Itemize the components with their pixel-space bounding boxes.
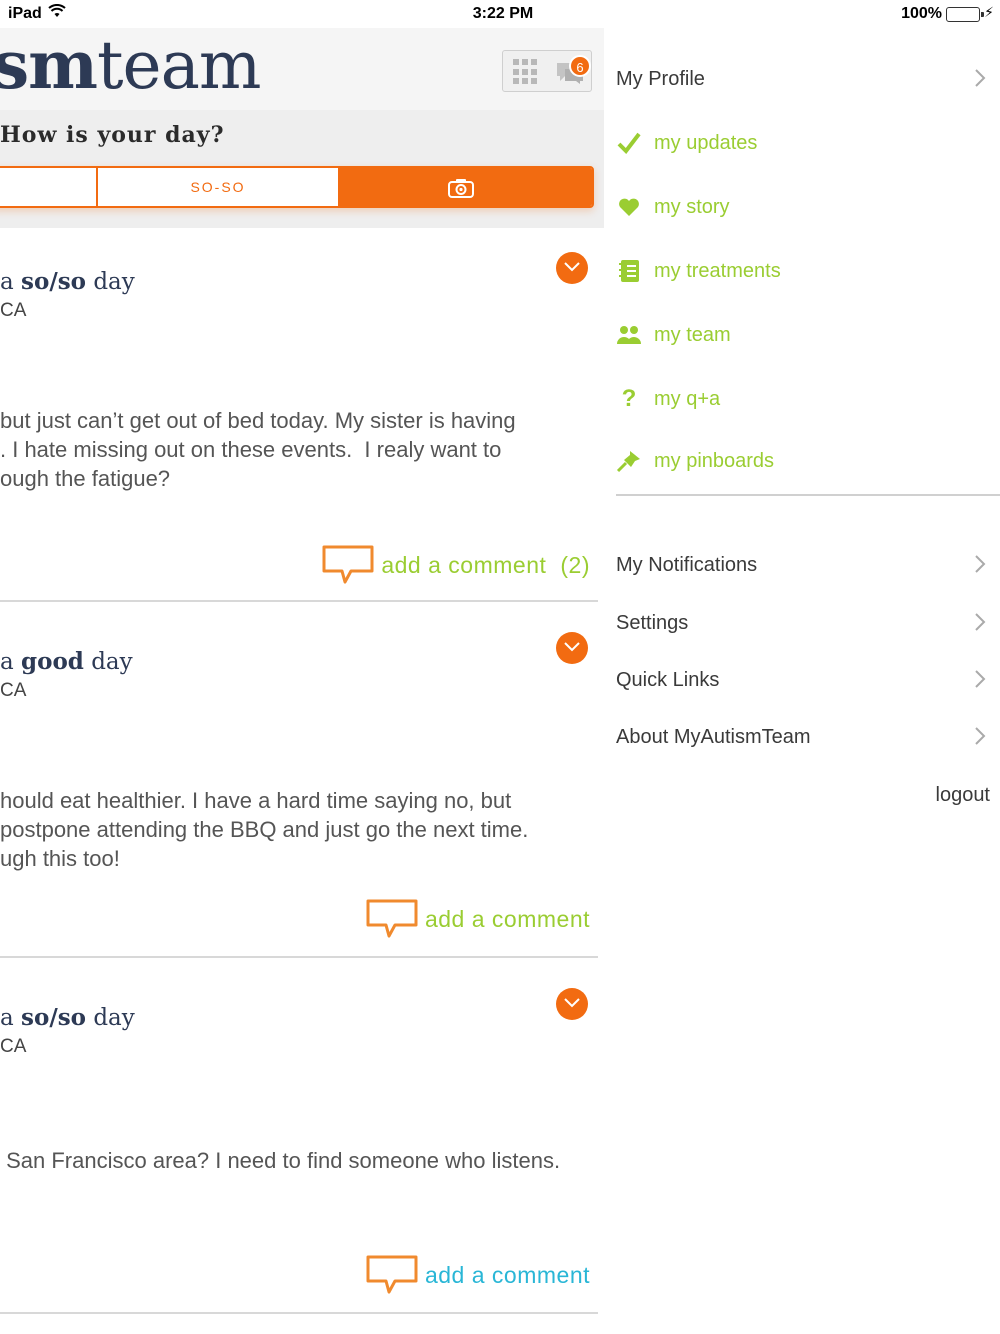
post-options-button[interactable] <box>556 988 588 1020</box>
battery-icon <box>946 7 984 22</box>
menu-label: my pinboards <box>654 449 775 472</box>
mood-option-so-so[interactable]: SO-SO <box>98 168 340 206</box>
post-options-button[interactable] <box>556 252 588 284</box>
add-comment-button[interactable]: add a comment <box>365 898 590 940</box>
menu-my-qa[interactable]: ? my q+a <box>616 385 721 412</box>
header-icon-group: 6 <box>502 50 592 92</box>
post-body: hould eat healthier. I have a hard time … <box>0 788 529 871</box>
comment-bubble-icon <box>366 899 418 938</box>
add-comment-label: add a comment <box>424 905 590 932</box>
post-title: a good day <box>0 648 133 675</box>
apps-grid-icon[interactable] <box>513 59 539 85</box>
menu-about[interactable]: About MyAutismTeam <box>616 726 1000 749</box>
menu-label: my story <box>654 195 730 218</box>
chevron-right-icon <box>974 68 986 94</box>
menu-label: Settings <box>616 612 689 634</box>
add-comment-label: add a comment <box>381 551 547 578</box>
menu-label: my updates <box>654 131 758 154</box>
battery-percent: 100% <box>901 5 942 22</box>
question-icon: ? <box>621 385 637 412</box>
post-body: San Francisco area? I need to find someo… <box>0 1148 561 1173</box>
notebook-icon <box>616 258 642 284</box>
clock: 3:22 PM <box>472 5 534 22</box>
day-prompt: How is your day? SO-SO <box>0 110 604 228</box>
side-menu: My Profile my updates my story my treatm… <box>604 28 1000 1334</box>
comment-bubble-icon <box>322 545 374 584</box>
chevron-right-icon <box>974 554 986 580</box>
post-location: CA <box>0 300 27 321</box>
menu-label: my team <box>654 323 731 346</box>
menu-label: my treatments <box>654 259 781 282</box>
people-icon <box>616 322 642 348</box>
day-question: How is your day? <box>0 122 225 148</box>
menu-label: Quick Links <box>616 669 720 691</box>
comment-count: (2) <box>560 551 590 578</box>
menu-my-notifications[interactable]: My Notifications <box>616 554 1000 577</box>
menu-my-team[interactable]: my team <box>616 322 731 348</box>
post-options-button[interactable] <box>556 632 588 664</box>
camera-icon <box>448 178 474 203</box>
post-location: CA <box>0 680 27 701</box>
chevron-right-icon <box>974 669 986 695</box>
comment-bubble-icon <box>366 1255 418 1294</box>
mood-selector: SO-SO <box>0 166 594 208</box>
menu-my-story[interactable]: my story <box>616 194 730 220</box>
add-comment-label: add a comment <box>424 1261 590 1288</box>
chevron-right-icon <box>974 726 986 752</box>
menu-divider <box>616 494 1000 496</box>
pin-icon <box>616 448 642 474</box>
add-comment-button[interactable]: add a comment <box>365 1254 590 1296</box>
app-header: smteam 6 <box>0 28 604 110</box>
logout-link[interactable]: logout <box>936 784 991 807</box>
feed-post: a so/so day CA but just can’t get out of… <box>0 228 598 602</box>
add-comment-button[interactable]: add a comment (2) <box>321 544 590 586</box>
post-title: a so/so day <box>0 1004 135 1031</box>
notification-badge: 6 <box>569 55 591 77</box>
post-title: a so/so day <box>0 268 135 295</box>
menu-label: My Notifications <box>616 554 758 576</box>
menu-settings[interactable]: Settings <box>616 612 1000 635</box>
feed-panel: smteam 6 How is your day? SO-SO a so/so … <box>0 28 604 1334</box>
menu-label: About MyAutismTeam <box>616 726 811 748</box>
status-bar: iPad 3:22 PM 100% ⚡ <box>0 0 1000 28</box>
menu-label: My Profile <box>616 68 705 90</box>
menu-my-pinboards[interactable]: my pinboards <box>616 448 774 474</box>
app-logo[interactable]: smteam <box>0 28 262 104</box>
chevron-down-icon <box>564 998 580 1008</box>
chevron-down-icon <box>564 642 580 652</box>
check-icon <box>616 130 642 156</box>
feed-post: a good day CA hould eat healthier. I hav… <box>0 602 598 958</box>
menu-my-treatments[interactable]: my treatments <box>616 258 781 284</box>
menu-my-updates[interactable]: my updates <box>616 130 757 156</box>
heart-icon <box>616 194 642 220</box>
charging-icon: ⚡ <box>984 4 994 20</box>
post-body: but just can’t get out of bed today. My … <box>0 408 516 491</box>
post-location: CA <box>0 1036 27 1057</box>
mood-option-left[interactable] <box>0 168 98 206</box>
menu-quick-links[interactable]: Quick Links <box>616 669 1000 692</box>
menu-label: my q+a <box>654 387 721 410</box>
chevron-right-icon <box>974 612 986 638</box>
menu-my-profile[interactable]: My Profile <box>616 68 1000 91</box>
chevron-down-icon <box>564 262 580 272</box>
photo-button[interactable] <box>340 168 592 206</box>
feed-post: a so/so day CA San Francisco area? I nee… <box>0 958 598 1314</box>
